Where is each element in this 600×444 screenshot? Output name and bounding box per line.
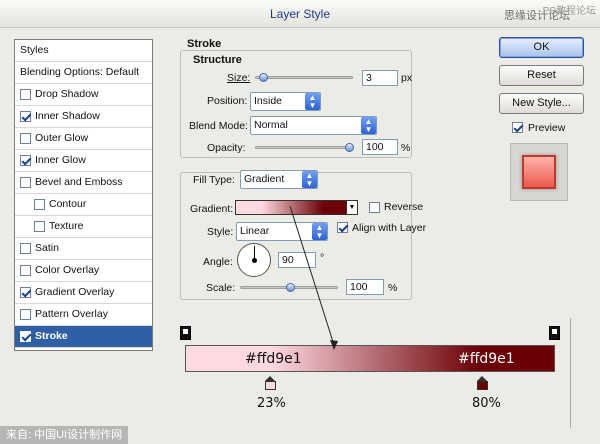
annotation-arrow [289,205,338,350]
bottom-watermark: 来自: 中国UI设计制作网 [0,426,129,444]
layer-style-dialog: Layer Style 思缘设计论坛 PS教程论坛 Styles Blendin… [0,0,600,444]
